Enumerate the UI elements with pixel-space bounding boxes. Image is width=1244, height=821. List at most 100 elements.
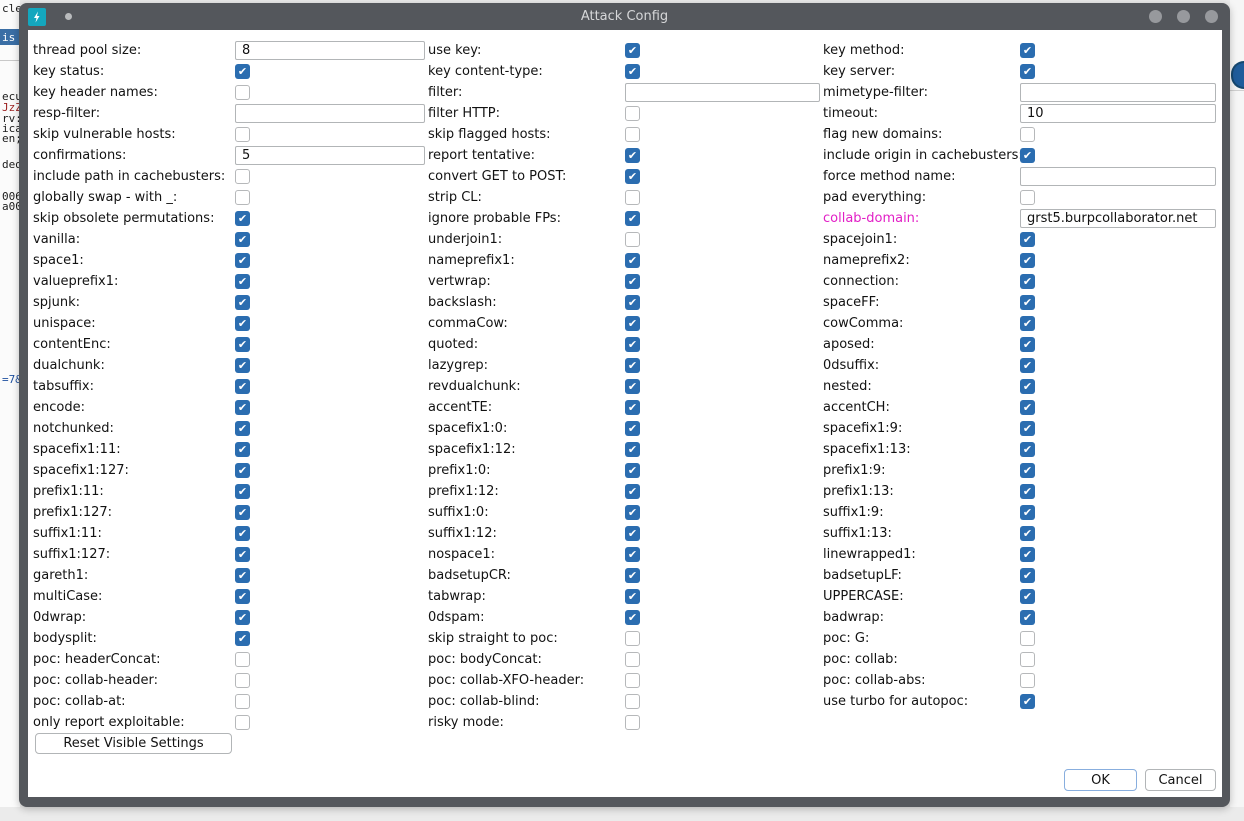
badsetupcr-checkbox[interactable]: ✔ xyxy=(625,568,640,583)
prefix1-13-checkbox[interactable]: ✔ xyxy=(1020,484,1035,499)
spacefix1-13-checkbox[interactable]: ✔ xyxy=(1020,442,1035,457)
backslash-checkbox[interactable]: ✔ xyxy=(625,295,640,310)
force-method-name-input[interactable] xyxy=(1020,167,1216,186)
space1-checkbox[interactable]: ✔ xyxy=(235,253,250,268)
suffix1-0-checkbox[interactable]: ✔ xyxy=(625,505,640,520)
tabsuffix-checkbox[interactable]: ✔ xyxy=(235,379,250,394)
lazygrep-checkbox[interactable]: ✔ xyxy=(625,358,640,373)
timeout-input[interactable] xyxy=(1020,104,1216,123)
suffix1-9-checkbox[interactable]: ✔ xyxy=(1020,505,1035,520)
prefix1-0-checkbox[interactable]: ✔ xyxy=(625,463,640,478)
pad-everything-checkbox[interactable] xyxy=(1020,190,1035,205)
skip-flagged-hosts-checkbox[interactable] xyxy=(625,127,640,142)
spacefix1-127-checkbox[interactable]: ✔ xyxy=(235,463,250,478)
valueprefix1-checkbox[interactable]: ✔ xyxy=(235,274,250,289)
badwrap-checkbox[interactable]: ✔ xyxy=(1020,610,1035,625)
ignore-probable-fps-checkbox[interactable]: ✔ xyxy=(625,211,640,226)
flag-new-domains-checkbox[interactable] xyxy=(1020,127,1035,142)
spacejoin1-checkbox[interactable]: ✔ xyxy=(1020,232,1035,247)
key-content-type-checkbox[interactable]: ✔ xyxy=(625,64,640,79)
use-turbo-for-autopoc-checkbox[interactable]: ✔ xyxy=(1020,694,1035,709)
nospace1-checkbox[interactable]: ✔ xyxy=(625,547,640,562)
unispace-checkbox[interactable]: ✔ xyxy=(235,316,250,331)
cancel-button[interactable]: Cancel xyxy=(1145,769,1216,791)
strip-cl-checkbox[interactable] xyxy=(625,190,640,205)
prefix1-9-checkbox[interactable]: ✔ xyxy=(1020,463,1035,478)
vanilla-checkbox[interactable]: ✔ xyxy=(235,232,250,247)
spjunk-checkbox[interactable]: ✔ xyxy=(235,295,250,310)
commacow-checkbox[interactable]: ✔ xyxy=(625,316,640,331)
poc-collab-checkbox[interactable] xyxy=(1020,652,1035,667)
suffix1-11-checkbox[interactable]: ✔ xyxy=(235,526,250,541)
spacefix1-11-checkbox[interactable]: ✔ xyxy=(235,442,250,457)
confirmations-input[interactable] xyxy=(235,146,425,165)
reset-visible-settings-button[interactable]: Reset Visible Settings xyxy=(35,733,232,754)
suffix1-12-checkbox[interactable]: ✔ xyxy=(625,526,640,541)
0dwrap-checkbox[interactable]: ✔ xyxy=(235,610,250,625)
key-header-names-checkbox[interactable] xyxy=(235,85,250,100)
collab-domain-input[interactable] xyxy=(1020,209,1216,228)
prefix1-11-checkbox[interactable]: ✔ xyxy=(235,484,250,499)
skip-obsolete-permutations-checkbox[interactable]: ✔ xyxy=(235,211,250,226)
bodysplit-checkbox[interactable]: ✔ xyxy=(235,631,250,646)
use-key-checkbox[interactable]: ✔ xyxy=(625,43,640,58)
resp-filter-input[interactable] xyxy=(235,104,425,123)
linewrapped1-checkbox[interactable]: ✔ xyxy=(1020,547,1035,562)
ok-button[interactable]: OK xyxy=(1064,769,1137,791)
revdualchunk-checkbox[interactable]: ✔ xyxy=(625,379,640,394)
tabwrap-checkbox[interactable]: ✔ xyxy=(625,589,640,604)
poc-collab-at-checkbox[interactable] xyxy=(235,694,250,709)
poc-collab-xfo-header-checkbox[interactable] xyxy=(625,673,640,688)
dialog-titlebar[interactable]: Attack Config xyxy=(19,3,1230,30)
prefix1-12-checkbox[interactable]: ✔ xyxy=(625,484,640,499)
poc-collab-blind-checkbox[interactable] xyxy=(625,694,640,709)
filter-http-checkbox[interactable] xyxy=(625,106,640,121)
0dspam-checkbox[interactable]: ✔ xyxy=(625,610,640,625)
suffix1-127-checkbox[interactable]: ✔ xyxy=(235,547,250,562)
poc-collab-abs-checkbox[interactable] xyxy=(1020,673,1035,688)
nameprefix1-checkbox[interactable]: ✔ xyxy=(625,253,640,268)
notchunked-checkbox[interactable]: ✔ xyxy=(235,421,250,436)
key-method-checkbox[interactable]: ✔ xyxy=(1020,43,1035,58)
globally-swap-with-checkbox[interactable] xyxy=(235,190,250,205)
include-origin-in-cachebusters-checkbox[interactable]: ✔ xyxy=(1020,148,1035,163)
include-path-in-cachebusters-checkbox[interactable] xyxy=(235,169,250,184)
suffix1-13-checkbox[interactable]: ✔ xyxy=(1020,526,1035,541)
spaceff-checkbox[interactable]: ✔ xyxy=(1020,295,1035,310)
uppercase-checkbox[interactable]: ✔ xyxy=(1020,589,1035,604)
mimetype-filter-input[interactable] xyxy=(1020,83,1216,102)
aposed-checkbox[interactable]: ✔ xyxy=(1020,337,1035,352)
vertwrap-checkbox[interactable]: ✔ xyxy=(625,274,640,289)
poc-collab-header-checkbox[interactable] xyxy=(235,673,250,688)
close-button[interactable] xyxy=(1205,10,1218,23)
spacefix1-9-checkbox[interactable]: ✔ xyxy=(1020,421,1035,436)
skip-vulnerable-hosts-checkbox[interactable] xyxy=(235,127,250,142)
nested-checkbox[interactable]: ✔ xyxy=(1020,379,1035,394)
badsetuplf-checkbox[interactable]: ✔ xyxy=(1020,568,1035,583)
spacefix1-12-checkbox[interactable]: ✔ xyxy=(625,442,640,457)
accentte-checkbox[interactable]: ✔ xyxy=(625,400,640,415)
quoted-checkbox[interactable]: ✔ xyxy=(625,337,640,352)
filter-input[interactable] xyxy=(625,83,820,102)
spacefix1-0-checkbox[interactable]: ✔ xyxy=(625,421,640,436)
poc-headerconcat-checkbox[interactable] xyxy=(235,652,250,667)
key-status-checkbox[interactable]: ✔ xyxy=(235,64,250,79)
0dsuffix-checkbox[interactable]: ✔ xyxy=(1020,358,1035,373)
poc-bodyconcat-checkbox[interactable] xyxy=(625,652,640,667)
minimize-button[interactable] xyxy=(1149,10,1162,23)
skip-straight-to-poc-checkbox[interactable] xyxy=(625,631,640,646)
risky-mode-checkbox[interactable] xyxy=(625,715,640,730)
thread-pool-size-input[interactable] xyxy=(235,41,425,60)
dualchunk-checkbox[interactable]: ✔ xyxy=(235,358,250,373)
gareth1-checkbox[interactable]: ✔ xyxy=(235,568,250,583)
connection-checkbox[interactable]: ✔ xyxy=(1020,274,1035,289)
underjoin1-checkbox[interactable] xyxy=(625,232,640,247)
only-report-exploitable-checkbox[interactable] xyxy=(235,715,250,730)
prefix1-127-checkbox[interactable]: ✔ xyxy=(235,505,250,520)
key-server-checkbox[interactable]: ✔ xyxy=(1020,64,1035,79)
poc-g-checkbox[interactable] xyxy=(1020,631,1035,646)
report-tentative-checkbox[interactable]: ✔ xyxy=(625,148,640,163)
accentch-checkbox[interactable]: ✔ xyxy=(1020,400,1035,415)
nameprefix2-checkbox[interactable]: ✔ xyxy=(1020,253,1035,268)
maximize-button[interactable] xyxy=(1177,10,1190,23)
